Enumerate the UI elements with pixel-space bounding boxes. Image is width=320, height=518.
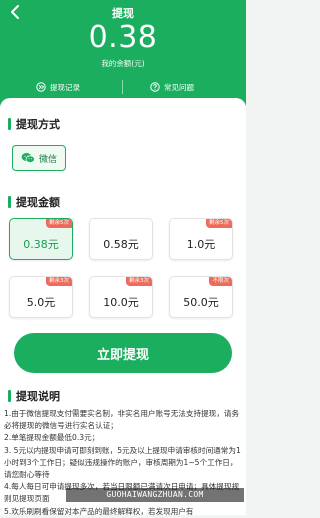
- instructions-section-title: 提现说明: [8, 388, 60, 404]
- instructions-title-text: 提现说明: [16, 390, 60, 403]
- remaining-badge: 剩余5次: [206, 219, 232, 228]
- section-bar: [8, 118, 11, 130]
- amount-value: 0.38元: [23, 238, 59, 251]
- balance-amount: 0.38: [88, 20, 158, 55]
- instruction-line: 5.欢乐刷刷看保留对本产品的最终解释权，若发现用户有: [4, 506, 194, 516]
- amount-option-3[interactable]: 剩余3次 5.0元: [9, 276, 73, 318]
- amount-value: 10.0元: [103, 296, 139, 309]
- record-icon: [36, 82, 46, 92]
- amount-option-4[interactable]: 剩余3次 10.0元: [89, 276, 153, 318]
- withdraw-records-label: 提现记录: [50, 82, 80, 92]
- amount-title-text: 提现金额: [16, 196, 60, 209]
- amount-option-0[interactable]: 剩余5次 0.38元: [9, 218, 73, 260]
- withdraw-now-button[interactable]: 立即提现: [14, 333, 232, 373]
- wechat-icon: [21, 153, 35, 163]
- amount-value: 5.0元: [26, 296, 56, 309]
- method-title-text: 提现方式: [16, 118, 60, 131]
- wechat-label: 微信: [38, 154, 57, 165]
- instruction-line: 1.由于微信提现支付需要实名制，非实名用户账号无法支持提现，请务必将提现的微信号…: [4, 409, 240, 431]
- instruction-line: 2.单笔提现金额最低0.3元；: [4, 433, 100, 443]
- remaining-badge: 剩余5次: [46, 219, 72, 228]
- method-section-title: 提现方式: [8, 116, 60, 132]
- amount-option-2[interactable]: 剩余5次 1.0元: [169, 218, 233, 260]
- header-links: 提现记录 常见问题: [0, 80, 246, 94]
- amount-value: 1.0元: [186, 238, 216, 251]
- section-bar: [8, 390, 11, 402]
- section-bar: [8, 196, 11, 208]
- instruction-line: 3. 5元以内提现申请可即刻到账，5元及以上提现申请审核时间通常为1小时到3个工…: [4, 445, 241, 480]
- amount-option-5[interactable]: 不限次 50.0元: [169, 276, 233, 318]
- question-icon: [150, 82, 160, 92]
- balance-label: 我的余额(元): [101, 59, 145, 68]
- faq-link[interactable]: 常见问题: [150, 80, 194, 94]
- wechat-method-option[interactable]: 微信: [12, 145, 66, 171]
- faq-label: 常见问题: [164, 82, 194, 92]
- amount-section-title: 提现金额: [8, 194, 60, 210]
- remaining-badge: 剩余3次: [126, 277, 152, 286]
- header: 提现 0.38 我的余额(元) 提现记录 常见问题: [0, 0, 246, 106]
- link-divider: [122, 80, 123, 94]
- watermark: GUOHAIWANGZHUAN.COM: [66, 488, 244, 502]
- unlimited-badge: 不限次: [209, 277, 232, 286]
- amount-value: 0.58元: [103, 238, 139, 251]
- remaining-badge: 剩余3次: [46, 277, 72, 286]
- page-title: 提现: [112, 7, 134, 20]
- withdraw-records-link[interactable]: 提现记录: [36, 80, 80, 94]
- amount-value: 50.0元: [183, 296, 219, 309]
- amount-option-1[interactable]: 0.58元: [89, 218, 153, 260]
